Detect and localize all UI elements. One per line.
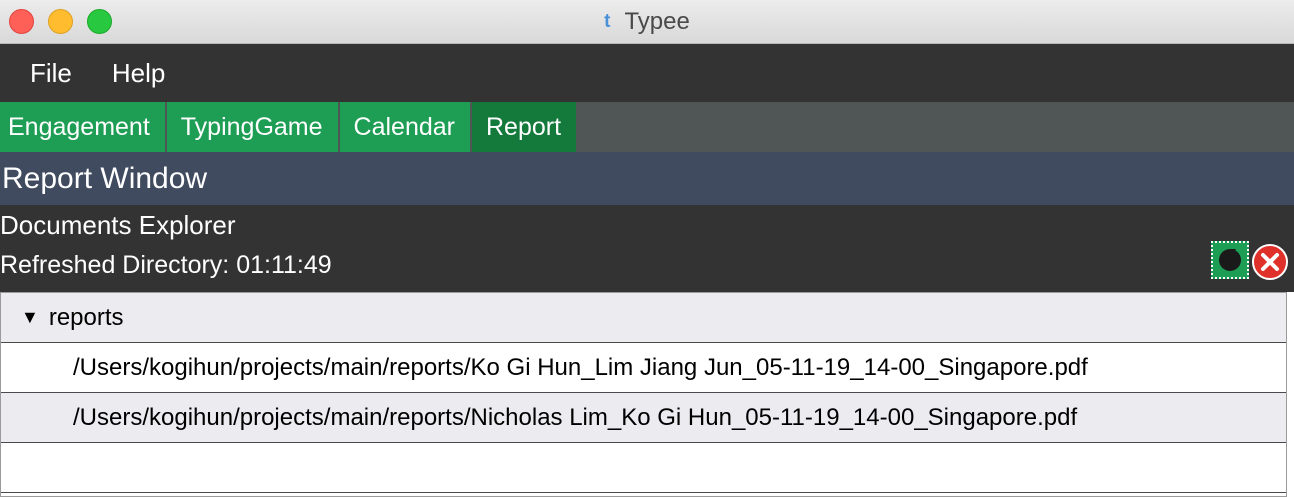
file-path: /Users/kogihun/projects/main/reports/Ko … [73,353,1088,381]
tab-report[interactable]: Report [471,102,577,152]
folder-label: reports [48,303,124,331]
documents-explorer: Documents Explorer Refreshed Directory: … [0,205,1294,292]
expanded-triangle-icon[interactable]: ▼ [21,307,39,328]
tab-calendar[interactable]: Calendar [339,102,470,152]
window-title: Typee [624,8,690,35]
window-title-group: t Typee [0,0,1294,44]
documents-tree[interactable]: ▼ reports /Users/kogihun/projects/main/r… [0,292,1287,497]
tree-file-row[interactable]: /Users/kogihun/projects/main/reports/Ko … [1,343,1286,393]
tab-engagement[interactable]: Engagement [0,102,165,152]
menu-file[interactable]: File [0,58,92,89]
refresh-icon [1219,249,1241,271]
file-path: /Users/kogihun/projects/main/reports/Nic… [73,403,1078,431]
title-bar: t Typee [0,0,1294,44]
app-icon: t [604,11,611,32]
refreshed-status: Refreshed Directory: 01:11:49 [0,251,332,279]
tree-folder-reports[interactable]: ▼ reports [1,293,1286,343]
menu-bar: File Help [0,44,1294,102]
refresh-button[interactable] [1211,241,1249,279]
report-window-header: Report Window [0,152,1294,205]
explorer-title: Documents Explorer [0,210,236,240]
close-circle-icon [1252,244,1288,280]
tab-typinggame[interactable]: TypingGame [166,102,338,152]
tab-bar: Engagement TypingGame Calendar Report [0,102,1294,152]
tree-empty-row [1,443,1286,493]
tree-file-row[interactable]: /Users/kogihun/projects/main/reports/Nic… [1,393,1286,443]
menu-help[interactable]: Help [92,58,185,89]
delete-button[interactable] [1251,243,1289,281]
